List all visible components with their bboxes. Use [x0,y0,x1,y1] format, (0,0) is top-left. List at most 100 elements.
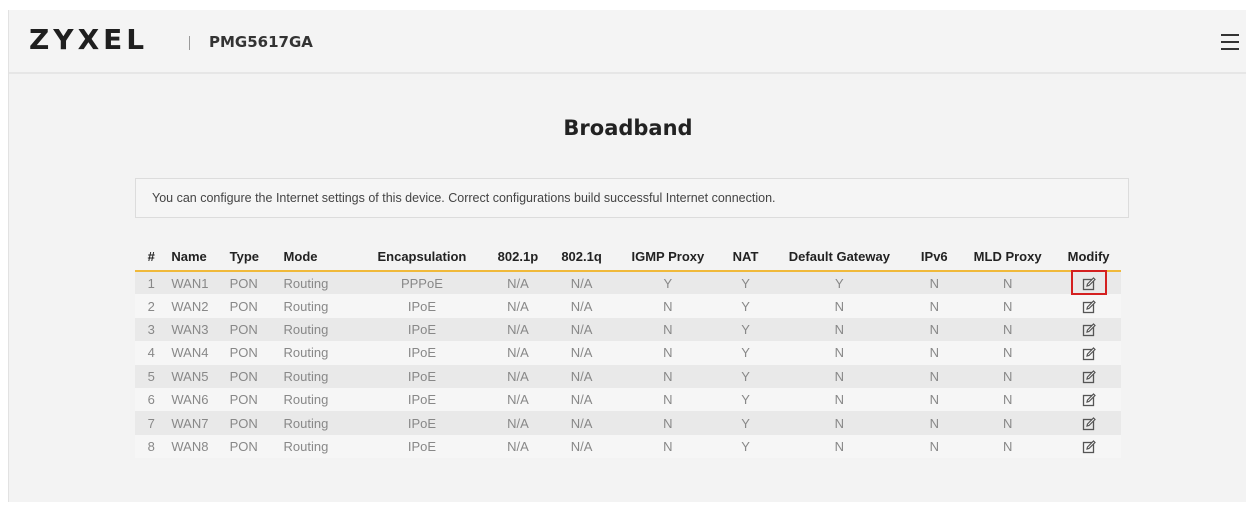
cell-8021q: N/A [549,341,614,365]
cell-number: 4 [135,341,168,365]
cell-8021p: N/A [486,434,550,459]
cell-mode: Routing [279,387,358,412]
cell-igmp-proxy: N [613,341,722,365]
cell-nat: Y [721,341,770,365]
page-description: You can configure the Internet settings … [135,178,1129,218]
cell-number: 1 [135,271,168,295]
modify-button[interactable] [1082,439,1096,454]
cell-8021q: N/A [549,411,614,435]
edit-icon[interactable] [1082,416,1096,431]
cell-mld-proxy: N [959,411,1057,435]
cell-modify [1056,317,1121,342]
page: ZYXEL PMG5617GA Broadband You can config… [8,10,1246,502]
cell-type: PON [225,387,280,412]
cell-encapsulation: IPoE [357,317,487,342]
cell-8021p: N/A [486,387,550,412]
cell-8021p: N/A [486,317,550,342]
cell-default-gateway: N [769,364,910,388]
cell-8021q: N/A [549,364,614,388]
cell-number: 5 [135,364,168,388]
cell-mode: Routing [279,271,358,295]
modify-button[interactable] [1070,270,1107,296]
col-ipv6: IPv6 [909,242,960,272]
table-row: 8 WAN8 PON Routing IPoE N/A N/A N Y N N … [135,434,1121,459]
edit-icon[interactable] [1082,300,1096,314]
modify-button[interactable] [1082,392,1096,407]
cell-nat: Y [721,434,770,459]
cell-igmp-proxy: N [613,434,722,459]
header-bar: ZYXEL PMG5617GA [9,10,1246,74]
cell-ipv6: N [909,317,960,342]
table-body: 1 WAN1 PON Routing PPPoE N/A N/A Y Y Y N… [135,270,1121,459]
cell-mld-proxy: N [959,364,1057,388]
modify-button[interactable] [1082,415,1096,430]
modify-button[interactable] [1082,368,1096,384]
cell-mld-proxy: N [959,434,1057,459]
cell-name: WAN7 [167,411,226,435]
header-divider [189,36,190,50]
cell-8021q: N/A [549,317,614,342]
edit-icon[interactable] [1082,323,1096,337]
modify-button[interactable] [1082,322,1096,337]
table-row: 6 WAN6 PON Routing IPoE N/A N/A N Y N N … [135,387,1121,412]
table-row: 2 WAN2 PON Routing IPoE N/A N/A N Y N N … [135,294,1121,318]
table-row: 4 WAN4 PON Routing IPoE N/A N/A N Y N N … [135,341,1121,365]
hamburger-menu-icon[interactable] [1221,34,1239,50]
cell-8021q: N/A [549,271,614,295]
cell-number: 3 [135,317,168,342]
cell-type: PON [225,341,280,365]
col-mode: Mode [279,242,358,272]
table-row: 3 WAN3 PON Routing IPoE N/A N/A N Y N N … [135,317,1121,342]
col-encapsulation: Encapsulation [357,242,487,272]
cell-ipv6: N [909,434,960,459]
cell-modify [1056,364,1121,388]
col-modify: Modify [1056,242,1121,272]
cell-nat: Y [721,364,770,388]
cell-igmp-proxy: N [613,364,722,388]
cell-encapsulation: IPoE [357,341,487,365]
cell-modify [1056,341,1121,365]
table-header-row: # Name Type Mode Encapsulation 802.1p 80… [135,242,1121,272]
modify-button[interactable] [1082,298,1096,314]
col-number: # [135,242,168,272]
cell-nat: Y [721,294,770,318]
cell-igmp-proxy: Y [613,271,722,295]
cell-default-gateway: N [769,317,910,342]
cell-encapsulation: IPoE [357,364,487,388]
cell-mode: Routing [279,364,358,388]
col-nat: NAT [721,242,770,272]
cell-mld-proxy: N [959,317,1057,342]
cell-mld-proxy: N [959,387,1057,412]
cell-default-gateway: N [769,434,910,459]
col-igmp-proxy: IGMP Proxy [613,242,722,272]
cell-number: 2 [135,294,168,318]
cell-nat: Y [721,411,770,435]
cell-mld-proxy: N [959,271,1057,295]
cell-modify [1056,387,1121,412]
cell-nat: Y [721,271,770,295]
cell-ipv6: N [909,411,960,435]
cell-ipv6: N [909,271,960,295]
col-type: Type [225,242,280,272]
edit-icon[interactable] [1082,393,1096,407]
cell-nat: Y [721,317,770,342]
cell-igmp-proxy: N [613,411,722,435]
cell-mode: Routing [279,294,358,318]
modify-button[interactable] [1082,345,1096,360]
cell-type: PON [225,434,280,459]
cell-name: WAN4 [167,341,226,365]
edit-icon[interactable] [1082,346,1096,361]
edit-icon[interactable] [1082,277,1096,291]
cell-name: WAN5 [167,364,226,388]
cell-number: 6 [135,387,168,412]
cell-name: WAN3 [167,317,226,342]
cell-type: PON [225,271,280,295]
edit-icon[interactable] [1082,370,1096,384]
edit-icon[interactable] [1082,440,1096,454]
cell-nat: Y [721,387,770,412]
cell-8021p: N/A [486,271,550,295]
cell-ipv6: N [909,387,960,412]
col-default-gateway: Default Gateway [769,242,910,272]
cell-modify [1056,294,1121,318]
cell-ipv6: N [909,294,960,318]
